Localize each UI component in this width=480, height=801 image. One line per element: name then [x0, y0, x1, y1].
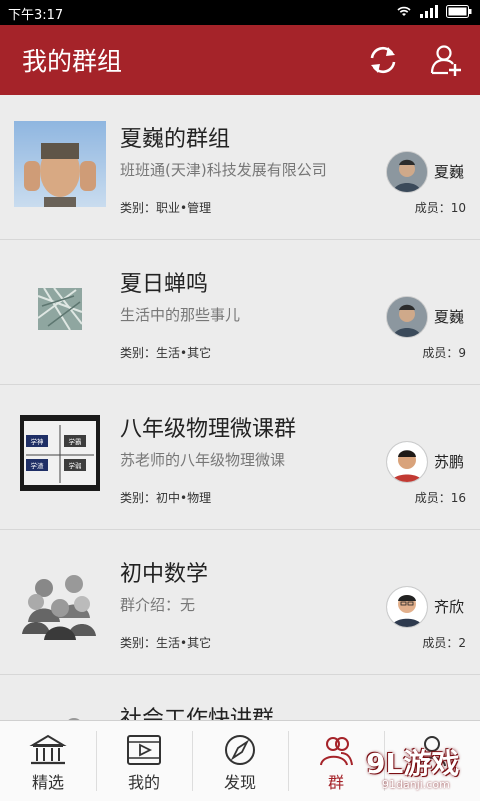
group-owner-name: 齐欣	[434, 598, 465, 616]
group-description: 群介绍：无	[120, 596, 196, 614]
group-thumbnail	[14, 121, 106, 207]
thumb-label-xueba: 学霸	[69, 437, 82, 446]
group-list-item[interactable]: 夏日蝉鸣 生活中的那些事儿 类别：生活•其它 夏巍 成员：9	[0, 240, 480, 385]
group-icon	[320, 737, 353, 766]
group-title: 初中数学	[120, 562, 209, 587]
watermark-url: 91danji.com	[382, 778, 450, 791]
thumb-label-xueruo: 学弱	[69, 461, 82, 470]
add-user-icon	[430, 45, 461, 76]
refresh-icon	[370, 46, 396, 74]
group-category: 类别：生活•其它	[120, 636, 212, 650]
group-title: 八年级物理微课群	[120, 417, 297, 442]
signal-icon	[420, 4, 438, 18]
tab-discover-label: 发现	[223, 773, 256, 792]
thumb-label-xueshen: 学神	[31, 437, 44, 446]
group-thumbnail	[14, 701, 106, 720]
tab-featured[interactable]: 精选	[0, 721, 96, 801]
tab-mine-label: 我的	[127, 773, 160, 792]
group-list-item[interactable]: 初中数学 群介绍：无 类别：生活•其它 齐欣 成员：2	[0, 530, 480, 675]
group-owner-name: 夏巍	[434, 163, 465, 181]
watermark: 9L游戏 91danji.com	[362, 742, 474, 796]
group-member-count: 成员：2	[422, 636, 466, 650]
group-list-item[interactable]: 社会工作快讲群	[0, 675, 480, 720]
group-description: 苏老师的八年级物理微课	[120, 451, 286, 469]
library-icon	[29, 734, 67, 765]
group-list[interactable]: 夏巍的群组 班班通(天津)科技发展有限公司 类别：职业•管理 夏巍 成员：10 …	[0, 95, 480, 720]
group-description: 班班通(天津)科技发展有限公司	[120, 161, 327, 179]
group-category: 类别：初中•物理	[120, 491, 212, 505]
group-owner-name: 苏鹏	[434, 453, 465, 471]
group-thumbnail	[14, 266, 106, 352]
avatar	[386, 441, 428, 483]
app-bar: 我的群组	[0, 25, 480, 95]
group-category: 类别：生活•其它	[120, 346, 212, 360]
compass-icon	[225, 735, 255, 765]
group-description: 生活中的那些事儿	[120, 306, 241, 324]
group-list-item[interactable]: 夏巍的群组 班班通(天津)科技发展有限公司 类别：职业•管理 夏巍 成员：10	[0, 95, 480, 240]
battery-icon	[446, 4, 472, 18]
group-thumbnail	[14, 556, 106, 642]
page-title: 我的群组	[22, 47, 123, 76]
avatar	[386, 586, 428, 628]
group-member-count: 成员：9	[422, 346, 466, 360]
status-bar: 下午3:17	[0, 0, 480, 25]
group-owner-name: 夏巍	[434, 308, 465, 326]
thumb-label-xuezha: 学渣	[31, 461, 45, 470]
avatar	[386, 296, 428, 338]
tab-discover[interactable]: 发现	[192, 721, 288, 801]
group-member-count: 成员：16	[414, 491, 466, 505]
watermark-logo: 9L游戏	[366, 747, 460, 780]
tab-mine[interactable]: 我的	[96, 721, 192, 801]
group-thumbnail: 学神 学霸 学渣 学弱	[20, 415, 100, 491]
group-member-count: 成员：10	[414, 201, 466, 215]
group-title: 夏日蝉鸣	[120, 272, 209, 297]
video-icon	[127, 735, 161, 765]
group-title: 夏巍的群组	[120, 127, 231, 152]
wifi-icon	[397, 6, 411, 16]
status-icons	[396, 4, 472, 18]
add-member-button[interactable]	[428, 43, 462, 77]
refresh-button[interactable]	[366, 43, 400, 77]
group-category: 类别：职业•管理	[120, 201, 212, 215]
group-list-item[interactable]: 学神 学霸 学渣 学弱 八年级物理微课群 苏老师的八年级物理微课 类别：初中•物…	[0, 385, 480, 530]
avatar	[386, 151, 428, 193]
group-title: 社会工作快讲群	[120, 707, 275, 720]
status-time: 下午3:17	[8, 8, 64, 23]
tab-featured-label: 精选	[31, 773, 64, 792]
